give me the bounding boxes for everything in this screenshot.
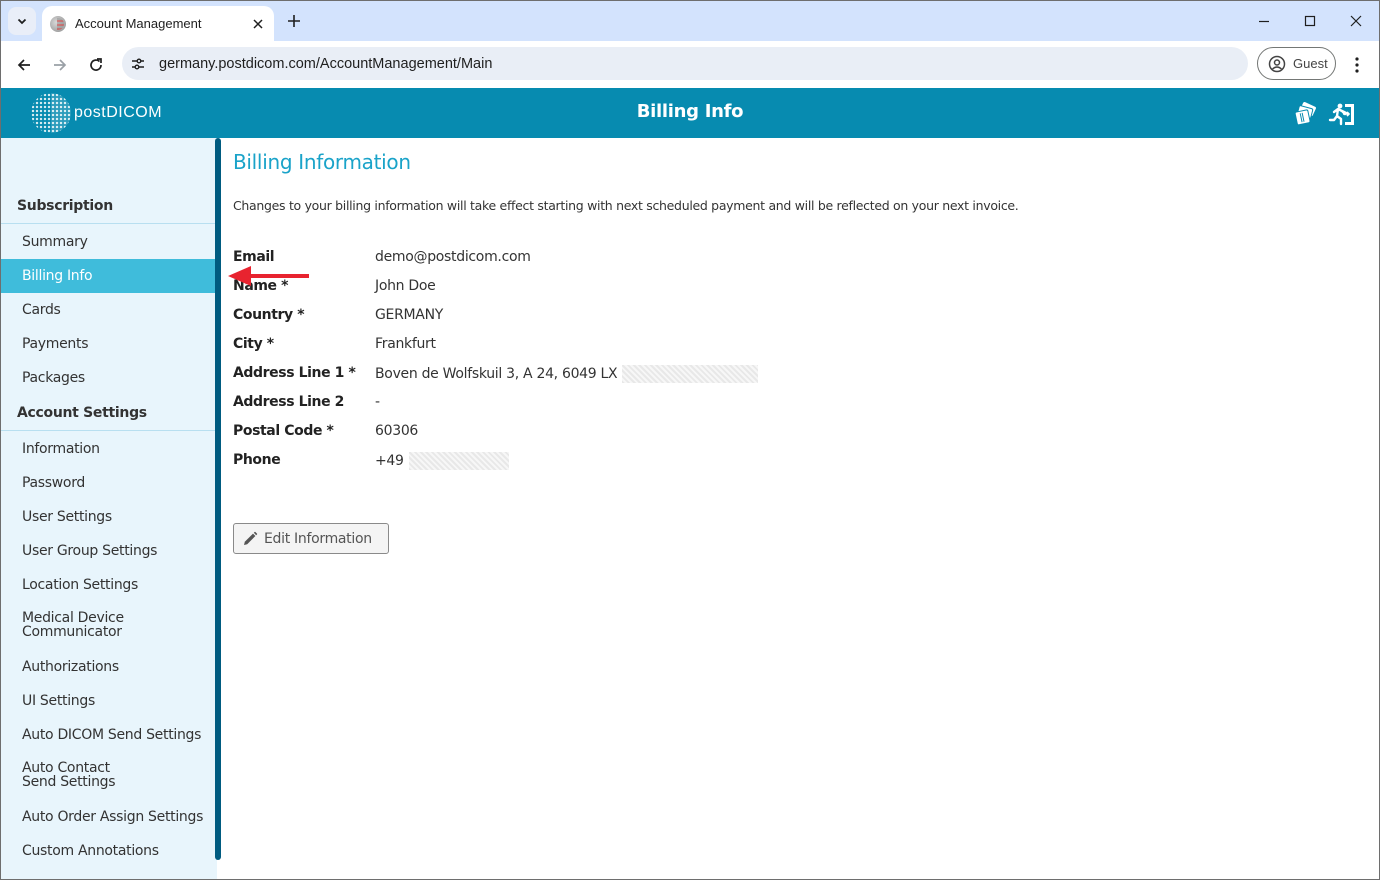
tab-title: Account Management bbox=[75, 16, 202, 31]
email-value: demo@postdicom.com bbox=[375, 249, 531, 265]
city-value: Frankfurt bbox=[375, 336, 436, 352]
browser-menu-button[interactable] bbox=[1345, 51, 1369, 79]
sidebar-item-information[interactable]: Information bbox=[1, 432, 217, 466]
main-content: Billing Information Changes to your bill… bbox=[222, 138, 1379, 879]
profile-button[interactable]: Guest bbox=[1257, 47, 1336, 80]
sidebar-section-subscription: Subscription bbox=[1, 188, 217, 224]
field-label-city: City * bbox=[233, 336, 274, 352]
tab-strip: Account Management bbox=[1, 1, 1379, 41]
sidebar-item-user-settings[interactable]: User Settings bbox=[1, 500, 217, 534]
tab-search-button[interactable] bbox=[8, 7, 36, 35]
sidebar-item-medical-device-communicator[interactable]: Medical Device Communicator bbox=[1, 602, 217, 648]
app-header: postDICOM Billing Info bbox=[1, 88, 1379, 138]
field-label-country: Country * bbox=[233, 307, 305, 323]
logout-button[interactable] bbox=[1328, 100, 1356, 128]
field-value-phone: +49 bbox=[375, 452, 509, 470]
close-icon bbox=[1350, 15, 1362, 27]
redacted-region bbox=[622, 365, 759, 383]
field-value-country: GERMANY bbox=[375, 307, 443, 323]
pencil-icon bbox=[244, 531, 258, 545]
field-value-address-line-1: Boven de Wolfskuil 3, A 24, 6049 LX bbox=[375, 365, 759, 383]
plus-icon bbox=[288, 15, 300, 27]
browser-toolbar: germany.postdicom.com/AccountManagement/… bbox=[1, 41, 1379, 88]
edit-information-label: Edit Information bbox=[264, 530, 372, 547]
sidebar-section-account-settings: Account Settings bbox=[1, 395, 217, 431]
window-controls bbox=[1241, 1, 1379, 41]
sidebar-item-password[interactable]: Password bbox=[1, 466, 217, 500]
field-value-address-line-2: - bbox=[375, 394, 380, 410]
redacted-region bbox=[408, 452, 509, 470]
field-value-city: Frankfurt bbox=[375, 336, 436, 352]
reload-icon bbox=[90, 58, 102, 71]
arrow-right-icon bbox=[54, 59, 67, 71]
sidebar-item-user-group-settings[interactable]: User Group Settings bbox=[1, 534, 217, 568]
sidebar-item-auto-contact-send-settings[interactable]: Auto Contact Send Settings bbox=[1, 752, 217, 798]
back-button[interactable] bbox=[10, 51, 38, 79]
close-icon bbox=[253, 18, 263, 29]
sidebar-item-summary[interactable]: Summary bbox=[1, 225, 217, 259]
exit-icon bbox=[1328, 103, 1354, 126]
header-title: Billing Info bbox=[636, 101, 744, 122]
sidebar-scrollbar[interactable] bbox=[215, 138, 221, 860]
sidebar-item-custom-annotations[interactable]: Custom Annotations bbox=[1, 834, 217, 868]
tab-close-button[interactable] bbox=[248, 14, 268, 34]
postal-code-value: 60306 bbox=[375, 423, 419, 439]
field-value-postal-code: 60306 bbox=[375, 423, 418, 439]
billing-intro-text: Changes to your billing information will… bbox=[233, 198, 1019, 213]
sidebar-item-ui-settings[interactable]: UI Settings bbox=[1, 684, 217, 718]
sidebar-item-auto-order-assign-settings[interactable]: Auto Order Assign Settings bbox=[1, 800, 217, 834]
reload-button[interactable] bbox=[82, 51, 110, 79]
field-label-email: Email bbox=[233, 249, 275, 265]
edit-information-button[interactable]: Edit Information bbox=[233, 523, 389, 554]
address-line-1-value: Boven de Wolfskuil 3, A 24, 6049 LX bbox=[375, 366, 618, 382]
profile-label: Guest bbox=[1293, 56, 1328, 71]
new-tab-button[interactable] bbox=[282, 9, 306, 33]
close-window-button[interactable] bbox=[1333, 1, 1379, 41]
sidebar-item-packages[interactable]: Packages bbox=[1, 361, 217, 395]
sidebar-item-location-settings[interactable]: Location Settings bbox=[1, 568, 217, 602]
sidebar-item-payments[interactable]: Payments bbox=[1, 327, 217, 361]
field-label-postal-code: Postal Code * bbox=[233, 423, 334, 439]
field-value-email: demo@postdicom.com bbox=[375, 249, 531, 265]
minimize-button[interactable] bbox=[1241, 1, 1287, 41]
payment-cards-button[interactable] bbox=[1292, 100, 1320, 128]
sidebar-item-cards[interactable]: Cards bbox=[1, 293, 217, 327]
phone-value: +49 bbox=[375, 453, 404, 469]
person-circle-icon bbox=[1268, 55, 1286, 72]
postdicom-favicon-icon bbox=[50, 15, 66, 32]
sidebar-item-auto-dicom-send-settings[interactable]: Auto DICOM Send Settings bbox=[1, 718, 217, 752]
sidebar-item-billing-info[interactable]: Billing Info bbox=[1, 259, 217, 293]
tune-icon bbox=[132, 58, 144, 69]
field-label-address-line-1: Address Line 1 * bbox=[233, 365, 356, 381]
maximize-button[interactable] bbox=[1287, 1, 1333, 41]
more-vert-icon bbox=[1355, 57, 1359, 73]
annotation-arrow-icon bbox=[228, 266, 309, 286]
address-line-2-value: - bbox=[375, 394, 380, 410]
forward-button[interactable] bbox=[46, 51, 74, 79]
payment-cards-icon bbox=[1294, 102, 1316, 126]
url-text[interactable]: germany.postdicom.com/AccountManagement/… bbox=[159, 56, 492, 72]
chevron-down-icon bbox=[17, 18, 27, 25]
field-label-address-line-2: Address Line 2 bbox=[233, 394, 345, 410]
site-info-button[interactable] bbox=[125, 51, 151, 77]
country-value: GERMANY bbox=[375, 307, 444, 323]
name-value: John Doe bbox=[375, 278, 436, 294]
page-title: Billing Information bbox=[233, 150, 411, 174]
sidebar: Subscription Summary Billing Info Cards … bbox=[1, 138, 217, 879]
arrow-left-icon bbox=[17, 59, 30, 71]
minimize-icon bbox=[1259, 20, 1269, 23]
browser-tab[interactable]: Account Management bbox=[42, 6, 274, 41]
maximize-icon bbox=[1304, 15, 1316, 27]
field-label-phone: Phone bbox=[233, 452, 281, 468]
field-value-name: John Doe bbox=[375, 278, 436, 294]
browser-window: Account Management germany.postdicom.com… bbox=[0, 0, 1380, 880]
sidebar-item-authorizations[interactable]: Authorizations bbox=[1, 650, 217, 684]
address-bar[interactable]: germany.postdicom.com/AccountManagement/… bbox=[122, 47, 1248, 80]
